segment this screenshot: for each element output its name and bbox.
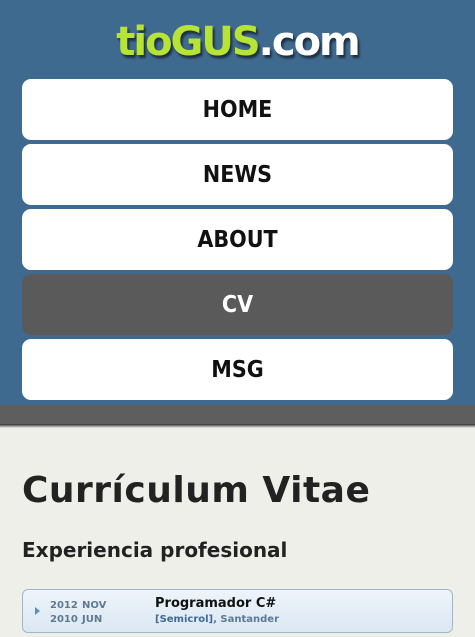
nav-item-label: NEWS [202, 161, 273, 188]
nav-item-label: MSG [211, 356, 264, 383]
cv-entry[interactable]: 2012 NOV 2010 JUN Programador C# [Semicrol… [22, 589, 453, 633]
nav-item-label: CV [221, 291, 254, 318]
header-separator-shadow [0, 424, 475, 428]
main-nav: HOME NEWS ABOUT CV MSG [22, 79, 453, 404]
expand-arrow-icon[interactable] [35, 607, 40, 615]
nav-item-label: HOME [202, 96, 273, 123]
entry-start-year: 2010 [50, 614, 78, 625]
entry-role: Programador C# [155, 596, 277, 611]
entry-end-month: NOV [82, 600, 107, 611]
entry-start-date: 2010 JUN [50, 613, 106, 627]
entry-location: , Santander [213, 614, 280, 625]
nav-item-label: ABOUT [197, 226, 278, 253]
entry-end-date: 2012 NOV [50, 599, 106, 613]
site-header: tioGUS.com HOME NEWS ABOUT CV MSG [0, 0, 475, 405]
entry-company-link[interactable]: [Semicrol] [155, 614, 213, 625]
nav-item-home[interactable]: HOME [22, 79, 453, 140]
nav-item-msg[interactable]: MSG [22, 339, 453, 400]
logo-text-tiogus: tioGUS [116, 19, 260, 65]
page-title: Currículum Vitae [22, 470, 371, 511]
logo-text-com: .com [258, 19, 361, 65]
site-logo[interactable]: tioGUS.com [0, 16, 475, 68]
nav-item-cv[interactable]: CV [22, 274, 453, 335]
nav-item-about[interactable]: ABOUT [22, 209, 453, 270]
entry-dates: 2012 NOV 2010 JUN [50, 599, 106, 627]
entry-company: [Semicrol], Santander [155, 614, 279, 625]
entry-end-year: 2012 [50, 600, 78, 611]
entry-start-month: JUN [82, 614, 103, 625]
header-separator-band [0, 405, 475, 424]
nav-item-news[interactable]: NEWS [22, 144, 453, 205]
section-title-experience: Experiencia profesional [22, 538, 288, 562]
